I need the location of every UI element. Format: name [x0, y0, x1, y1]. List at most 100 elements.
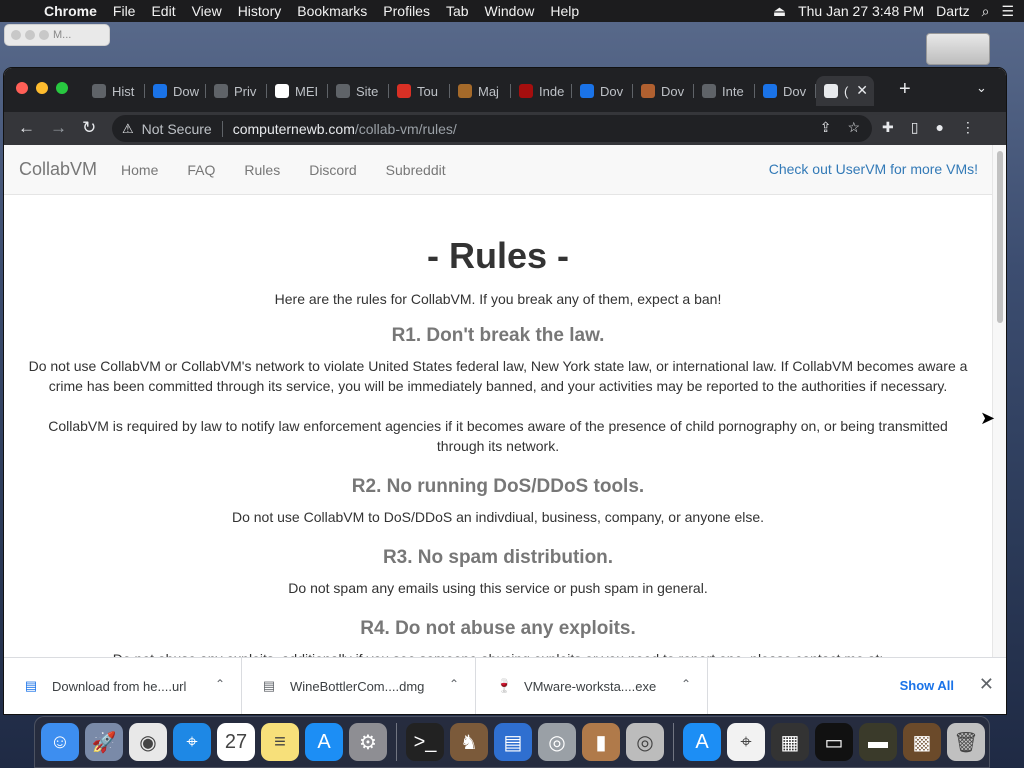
- chrome-icon[interactable]: ◉: [129, 723, 167, 761]
- download-item[interactable]: ▤ Download from he....url ⌃: [4, 657, 242, 714]
- security-status[interactable]: Not Secure: [142, 120, 223, 137]
- menu-profiles[interactable]: Profiles: [375, 3, 438, 19]
- url-path: /collab-vm/rules/: [354, 120, 457, 137]
- uservm-promo-link[interactable]: Check out UserVM for more VMs!: [769, 161, 978, 177]
- profile-icon[interactable]: ●: [935, 119, 943, 136]
- dock-separator: [673, 723, 674, 761]
- download-item[interactable]: 🍷 VMware-worksta....exe ⌃: [476, 657, 708, 714]
- safari-icon[interactable]: ⌖: [173, 723, 211, 761]
- menu-bookmarks[interactable]: Bookmarks: [289, 3, 375, 19]
- window-thumb-icon[interactable]: ▦: [771, 723, 809, 761]
- minimize-window-button[interactable]: [36, 82, 48, 94]
- download-item[interactable]: ▤ WineBottlerCom....dmg ⌃: [242, 657, 476, 714]
- show-all-downloads-button[interactable]: Show All: [900, 678, 954, 693]
- terminal-icon[interactable]: >_: [406, 723, 444, 761]
- tab-title: MEI: [295, 83, 319, 99]
- back-button[interactable]: ←: [18, 118, 35, 138]
- menu-window[interactable]: Window: [477, 3, 543, 19]
- site-brand[interactable]: CollabVM: [19, 159, 97, 180]
- browser-tab[interactable]: Inte: [694, 76, 755, 106]
- nav-subreddit[interactable]: Subreddit: [386, 162, 446, 178]
- menu-history[interactable]: History: [230, 3, 290, 19]
- spotlight-search-icon[interactable]: ⌕: [982, 3, 990, 20]
- menu-edit[interactable]: Edit: [143, 3, 183, 19]
- close-download-shelf-icon[interactable]: ✕: [979, 674, 994, 695]
- clock[interactable]: Thu Jan 27 3:48 PM: [798, 3, 924, 19]
- eject-icon[interactable]: ⏏: [773, 3, 786, 20]
- network-utility-icon[interactable]: ▤: [494, 723, 532, 761]
- tab-title: (: [844, 83, 849, 99]
- minimized-window[interactable]: M...: [4, 24, 110, 46]
- tab-strip: Hist Dow Priv MEI Site Tou Maj Inde Dov Dov Inte Do…: [4, 68, 1006, 112]
- window-thumb-icon[interactable]: ▬: [859, 723, 897, 761]
- browser-tab[interactable]: Tou: [389, 76, 450, 106]
- tab-search-chevron-icon[interactable]: ⌄: [976, 80, 987, 96]
- browser-tab[interactable]: Priv: [206, 76, 267, 106]
- calendar-icon[interactable]: 27: [217, 723, 255, 761]
- system-preferences-icon[interactable]: ⚙: [349, 723, 387, 761]
- menu-tab[interactable]: Tab: [438, 3, 477, 19]
- browser-tab[interactable]: Dov: [633, 76, 694, 106]
- address-bar[interactable]: ⚠ Not Secure computernewb.com/collab-vm/…: [112, 115, 872, 142]
- control-center-icon[interactable]: ☰: [1001, 3, 1014, 20]
- notes-icon[interactable]: ≡: [261, 723, 299, 761]
- chess-board-thumb-icon[interactable]: ▩: [903, 723, 941, 761]
- launchpad-icon[interactable]: 🚀: [85, 723, 123, 761]
- browser-tab[interactable]: Inde: [511, 76, 572, 106]
- share-icon[interactable]: ⇪: [820, 119, 832, 136]
- desktop-disk-icon[interactable]: [926, 33, 990, 65]
- tab-title: Dov: [783, 83, 807, 99]
- window-thumb-icon[interactable]: ▭: [815, 723, 853, 761]
- tab-list: Hist Dow Priv MEI Site Tou Maj Inde Dov Dov Inte Do…: [84, 76, 874, 106]
- extensions-icon[interactable]: ✚: [882, 119, 894, 136]
- bookmark-star-icon[interactable]: ☆: [847, 119, 860, 136]
- document-icon[interactable]: ⌖: [727, 723, 765, 761]
- chevron-up-icon[interactable]: ⌃: [449, 677, 459, 691]
- menu-kebab-icon[interactable]: ⋮: [961, 119, 975, 136]
- browser-tab[interactable]: Maj: [450, 76, 511, 106]
- scrollbar-thumb[interactable]: [997, 151, 1003, 323]
- site-navbar: CollabVM Home FAQ Rules Discord Subreddi…: [4, 145, 992, 195]
- browser-tab[interactable]: Hist: [84, 76, 145, 106]
- app-store-icon[interactable]: A: [305, 723, 343, 761]
- menu-help[interactable]: Help: [542, 3, 587, 19]
- browser-tab-active[interactable]: (✕: [816, 76, 874, 106]
- zoom-window-button[interactable]: [56, 82, 68, 94]
- disk-icon[interactable]: ◎: [626, 723, 664, 761]
- menu-view[interactable]: View: [184, 3, 230, 19]
- nav-home[interactable]: Home: [121, 162, 158, 178]
- page-scrollbar[interactable]: [992, 145, 1006, 657]
- minimized-window-label: M...: [53, 29, 72, 41]
- nav-faq[interactable]: FAQ: [187, 162, 215, 178]
- wine-bottler-icon[interactable]: ▮: [582, 723, 620, 761]
- browser-tab[interactable]: Dov: [572, 76, 633, 106]
- globe-icon: [336, 84, 350, 98]
- chevron-up-icon[interactable]: ⌃: [681, 677, 691, 691]
- app-store-download-icon[interactable]: A: [683, 723, 721, 761]
- forward-button[interactable]: →: [50, 118, 67, 138]
- user-name[interactable]: Dartz: [936, 3, 969, 19]
- close-window-button[interactable]: [16, 82, 28, 94]
- nav-rules[interactable]: Rules: [244, 162, 280, 178]
- chess-icon[interactable]: ♞: [450, 723, 488, 761]
- nav-discord[interactable]: Discord: [309, 162, 356, 178]
- browser-tab[interactable]: Site: [328, 76, 389, 106]
- close-tab-icon[interactable]: ✕: [856, 82, 868, 99]
- chevron-up-icon[interactable]: ⌃: [215, 677, 225, 691]
- finder-icon[interactable]: ☺: [41, 723, 79, 761]
- menu-file[interactable]: File: [105, 3, 144, 19]
- reload-button[interactable]: ↻: [82, 118, 96, 138]
- rule-text: Do not use CollabVM to DoS/DDoS an indiv…: [231, 509, 765, 525]
- tab-title: Site: [356, 83, 379, 99]
- menu-bar-status: ⏏ Thu Jan 27 3:48 PM Dartz ⌕ ☰: [773, 0, 1014, 22]
- new-tab-button[interactable]: +: [899, 78, 911, 101]
- tab-title: Maj: [478, 83, 499, 99]
- menu-app-name[interactable]: Chrome: [36, 3, 105, 19]
- trash-icon[interactable]: 🗑: [947, 723, 985, 761]
- side-panel-icon[interactable]: ▯: [911, 119, 919, 136]
- warning-icon[interactable]: ⚠: [122, 121, 134, 137]
- browser-tab[interactable]: Dov: [755, 76, 816, 106]
- installer-icon[interactable]: ◎: [538, 723, 576, 761]
- browser-tab[interactable]: MEI: [267, 76, 328, 106]
- browser-tab[interactable]: Dow: [145, 76, 206, 106]
